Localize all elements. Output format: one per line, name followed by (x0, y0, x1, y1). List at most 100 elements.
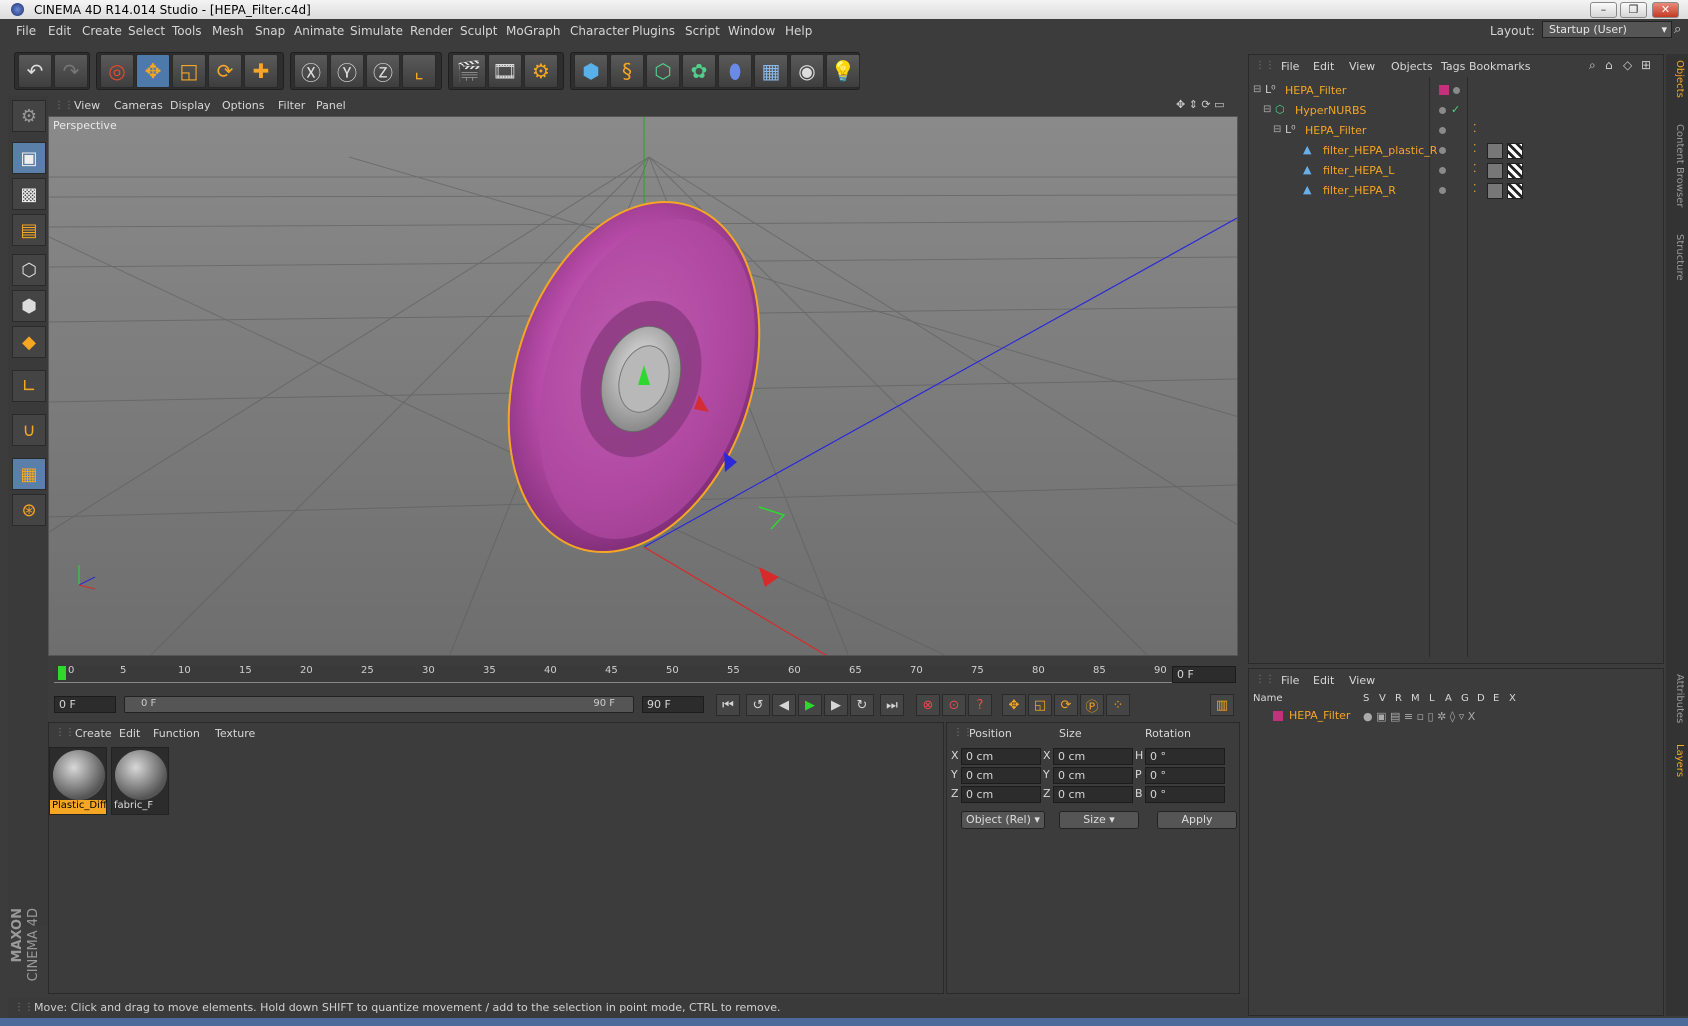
next-key-button[interactable]: ↻ (850, 694, 874, 716)
viewport-menu-display[interactable]: Display (170, 99, 211, 112)
object-menu-bookmarks[interactable]: Bookmarks (1469, 60, 1530, 73)
model-mode-icon[interactable]: ▣ (12, 142, 46, 174)
drag-handle-icon[interactable]: ⋮⋮ (14, 1002, 34, 1013)
expand-icon[interactable]: ⊟ (1263, 104, 1271, 115)
autokeying-icon[interactable]: ⊙ (942, 694, 966, 716)
phong-tag-icon[interactable] (1487, 183, 1503, 199)
render-settings-icon[interactable]: ⚙ (524, 54, 558, 88)
timeline-track[interactable] (54, 665, 1194, 683)
live-selection-button[interactable]: ◎ (100, 54, 134, 88)
floor-icon[interactable]: ▦ (754, 54, 788, 88)
size-x-field[interactable]: 0 cm (1053, 748, 1133, 765)
layout-select[interactable]: Startup (User) ▾ (1542, 21, 1672, 38)
z-axis-lock-button[interactable]: Ⓩ (366, 54, 400, 88)
layer-tag-icon[interactable]: ⁚ (1473, 182, 1477, 195)
y-axis-lock-button[interactable]: Ⓨ (330, 54, 364, 88)
record-active-objects-icon[interactable]: ⊗ (916, 694, 940, 716)
apply-button[interactable]: Apply (1157, 811, 1237, 829)
position-y-field[interactable]: 0 cm (961, 767, 1041, 784)
layer-color-swatch[interactable] (1439, 85, 1449, 95)
menu-character[interactable]: Character (570, 24, 629, 38)
column-header-render[interactable]: R (1395, 693, 1402, 704)
search-icon[interactable]: ⌕ (1674, 22, 1681, 37)
menu-tools[interactable]: Tools (172, 24, 202, 38)
phong-tag-icon[interactable] (1487, 143, 1503, 159)
column-header-solo[interactable]: S (1363, 693, 1369, 704)
object-menu-file[interactable]: File (1281, 60, 1299, 73)
start-frame-field[interactable]: 0 F (54, 696, 116, 713)
menu-plugins[interactable]: Plugins (632, 24, 675, 38)
polygons-mode-icon[interactable]: ◆ (12, 326, 46, 358)
menu-sculpt[interactable]: Sculpt (460, 24, 497, 38)
mograph-cloner-icon[interactable]: ✿ (682, 54, 716, 88)
tab-attributes[interactable]: Attributes (1669, 674, 1685, 723)
3d-viewport[interactable]: Perspective (48, 116, 1238, 656)
viewport-menu-options[interactable]: Options (222, 99, 264, 112)
column-header-manager[interactable]: M (1411, 693, 1420, 704)
object-row[interactable]: ▲ filter_HEPA_R ⁚ (1251, 181, 1661, 201)
coordinate-mode-select[interactable]: Object (Rel) ▾ (961, 811, 1045, 829)
redo-button[interactable]: ↷ (54, 54, 88, 88)
texture-tag-icon[interactable] (1507, 183, 1523, 199)
menu-file[interactable]: File (16, 24, 36, 38)
texture-mode-icon[interactable]: ▩ (12, 178, 46, 210)
render-view-icon[interactable]: 🎬 (452, 54, 486, 88)
nurbs-icon[interactable]: ⬡ (646, 54, 680, 88)
position-z-field[interactable]: 0 cm (961, 786, 1041, 803)
scale-tool-button[interactable]: ◱ (172, 54, 206, 88)
viewport-menu-panel[interactable]: Panel (316, 99, 346, 112)
key-rotation-icon[interactable]: ⟳ (1054, 694, 1078, 716)
visibility-dot[interactable] (1453, 87, 1460, 94)
rotation-p-field[interactable]: 0 ° (1145, 767, 1225, 784)
home-icon[interactable]: ⌂ (1605, 58, 1613, 72)
drag-handle-icon[interactable]: ⋮⋮ (1255, 674, 1275, 685)
material-menu-texture[interactable]: Texture (215, 727, 255, 740)
render-picture-viewer-icon[interactable]: 🎞 (488, 54, 522, 88)
column-header-expressions[interactable]: E (1493, 693, 1499, 704)
size-mode-select[interactable]: Size ▾ (1059, 811, 1139, 829)
previous-key-button[interactable]: ↺ (746, 694, 770, 716)
position-x-field[interactable]: 0 cm (961, 748, 1041, 765)
go-to-end-button[interactable]: ⏭ (880, 694, 904, 716)
drag-handle-icon[interactable]: ⋮⋮ (55, 727, 75, 738)
menu-simulate[interactable]: Simulate (350, 24, 403, 38)
object-menu-edit[interactable]: Edit (1313, 60, 1334, 73)
column-header-xref[interactable]: X (1509, 693, 1516, 704)
column-header-generators[interactable]: G (1461, 693, 1469, 704)
menu-animate[interactable]: Animate (294, 24, 344, 38)
playhead[interactable] (58, 666, 66, 680)
tab-structure[interactable]: Structure (1669, 234, 1685, 281)
maximize-button[interactable]: ❐ (1620, 2, 1647, 18)
column-header-locked[interactable]: L (1429, 693, 1435, 704)
layer-menu-edit[interactable]: Edit (1313, 674, 1334, 687)
layer-tag-icon[interactable]: ⁚ (1473, 122, 1477, 135)
object-row[interactable]: ▲ filter_HEPA_plastic_R ⁚ (1251, 141, 1661, 161)
menu-edit[interactable]: Edit (48, 24, 71, 38)
layer-tag-icon[interactable]: ⁚ (1473, 142, 1477, 155)
column-header-view[interactable]: V (1379, 693, 1386, 704)
key-point-level-icon[interactable]: ⁘ (1106, 694, 1130, 716)
timeline-ruler[interactable]: 0 5 10 15 20 25 30 35 40 45 50 55 60 65 … (48, 660, 1238, 688)
timeline-window-icon[interactable]: ▥ (1210, 694, 1234, 716)
workplane-lock-icon[interactable]: ▦ (12, 458, 46, 490)
rotate-tool-button[interactable]: ⟳ (208, 54, 242, 88)
layer-color-swatch[interactable] (1273, 711, 1283, 721)
object-row[interactable]: ⊟ L⁰ HEPA_Filter ⁚ (1251, 121, 1661, 141)
minimize-button[interactable]: – (1590, 2, 1617, 18)
end-frame-field[interactable]: 90 F (642, 696, 704, 713)
size-z-field[interactable]: 0 cm (1053, 786, 1133, 803)
menu-mograph[interactable]: MoGraph (506, 24, 561, 38)
material-menu-edit[interactable]: Edit (119, 727, 140, 740)
up-icon[interactable]: ◇ (1623, 58, 1632, 72)
viewport-menu-view[interactable]: View (74, 99, 100, 112)
object-menu-objects[interactable]: Objects (1391, 60, 1433, 73)
edges-mode-icon[interactable]: ⬢ (12, 290, 46, 322)
menu-snap[interactable]: Snap (255, 24, 285, 38)
visibility-dot[interactable] (1439, 107, 1446, 114)
drag-handle-icon[interactable]: ⋮⋮ (54, 100, 74, 111)
menu-create[interactable]: Create (82, 24, 122, 38)
layer-flag-icons[interactable]: ● ▣ ▤ ≡ ▫ ▯ ✲ ◊ ▿ X (1363, 710, 1475, 723)
texture-tag-icon[interactable] (1507, 163, 1523, 179)
rotation-b-field[interactable]: 0 ° (1145, 786, 1225, 803)
menu-window[interactable]: Window (728, 24, 775, 38)
